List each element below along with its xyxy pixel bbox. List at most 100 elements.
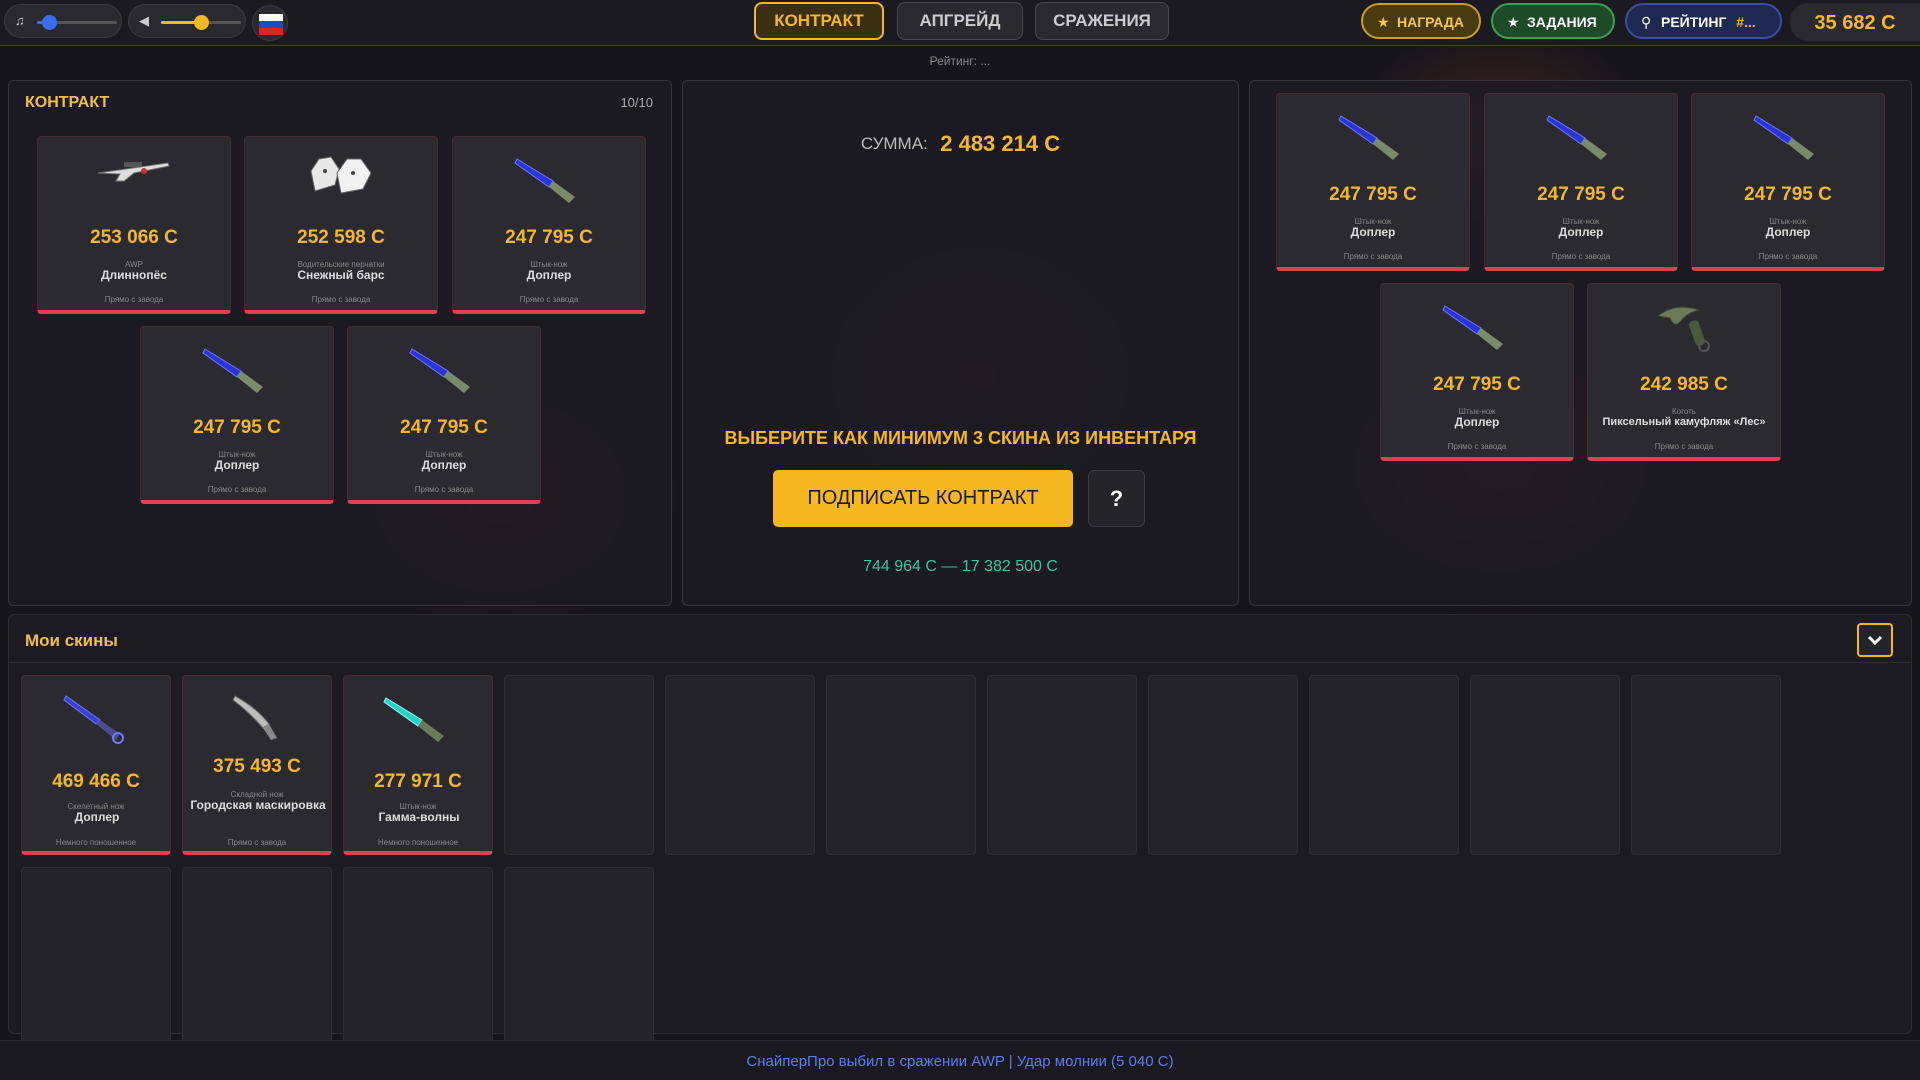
empty-inventory-slot bbox=[1631, 675, 1781, 855]
skin-name: Длиннопёс bbox=[101, 268, 167, 282]
sign-contract-button[interactable]: ПОДПИСАТЬ КОНТРАКТ bbox=[773, 470, 1073, 527]
sniper-rifle-icon bbox=[38, 151, 230, 211]
skin-wear: Немного поношенное bbox=[377, 838, 459, 847]
skin-price: 247 795 C bbox=[400, 417, 488, 438]
skin-wear: Прямо с завода bbox=[104, 295, 164, 304]
language-flag-ru-icon[interactable] bbox=[252, 5, 288, 41]
skin-price: 247 795 C bbox=[1433, 374, 1521, 395]
possible-outcomes-panel: 247 795 C Штык-нож Доплер Прямо с завода 247… bbox=[1249, 80, 1912, 606]
skin-price: 375 493 C bbox=[213, 756, 301, 777]
empty-inventory-slot bbox=[21, 867, 171, 1047]
bayonet-knife-icon bbox=[1485, 108, 1677, 168]
skin-wear: Прямо с завода bbox=[1447, 442, 1507, 451]
skin-price: 247 795 C bbox=[1744, 184, 1832, 205]
bayonet-knife-icon bbox=[1381, 298, 1573, 358]
skin-wear: Прямо с завода bbox=[207, 485, 267, 494]
contract-panel: КОНТРАКТ 10/10 253 066 C AWP Длиннопёс Прям… bbox=[8, 80, 672, 606]
skin-card[interactable]: 242 985 C Коготь Пиксельный камуфляж «Лес»… bbox=[1587, 283, 1781, 461]
skin-card[interactable]: 247 795 C Штык-нож Доплер Прямо с завода bbox=[347, 326, 541, 504]
skin-wear: Прямо с завода bbox=[1654, 442, 1714, 451]
chevron-down-icon bbox=[1867, 635, 1883, 646]
skin-name: Снежный барс bbox=[297, 268, 385, 282]
skin-name: Доплер bbox=[1350, 225, 1396, 239]
empty-inventory-slot bbox=[504, 867, 654, 1047]
skin-name: Доплер bbox=[1765, 225, 1811, 239]
gloves-icon bbox=[245, 151, 437, 211]
inventory-panel: Мои скины 469 466 C Скелетный нож Доплер Не… bbox=[8, 614, 1912, 1047]
rating-value: #... bbox=[1736, 14, 1756, 30]
skin-card[interactable]: 253 066 C AWP Длиннопёс Прямо с завода bbox=[37, 136, 231, 314]
skin-price: 247 795 C bbox=[505, 227, 593, 248]
contract-count: 10/10 bbox=[620, 95, 653, 110]
skin-card[interactable]: 252 598 C Водительские перчатки Снежный ба… bbox=[244, 136, 438, 314]
tab-upgrade[interactable]: АПГРЕЙД bbox=[897, 2, 1023, 40]
rating-label: РЕЙТИНГ bbox=[1661, 14, 1727, 30]
music-note-icon: ♫ bbox=[15, 13, 25, 28]
empty-inventory-slot bbox=[182, 867, 332, 1047]
skin-card[interactable]: 247 795 C Штык-нож Доплер Прямо с завода bbox=[1484, 93, 1678, 271]
skin-wear: Прямо с завода bbox=[311, 295, 371, 304]
bayonet-knife-icon bbox=[1277, 108, 1469, 168]
flip-knife-icon bbox=[183, 690, 331, 750]
inventory-skin-card[interactable]: 277 971 C Штык-нож Гамма-волны Немного поно… bbox=[343, 675, 493, 855]
skin-price: 469 466 C bbox=[52, 771, 140, 792]
tasks-label: ЗАДАНИЯ bbox=[1527, 14, 1597, 30]
live-feed-text: СнайперПро выбил в сражении AWP | Удар м… bbox=[746, 1053, 1174, 1070]
skin-name: Доплер bbox=[421, 458, 467, 472]
inventory-skin-card[interactable]: 375 493 C Складной нож Городская маскировк… bbox=[182, 675, 332, 855]
skin-name: Доплер bbox=[1454, 415, 1500, 429]
skin-card[interactable]: 247 795 C Штык-нож Доплер Прямо с завода bbox=[1691, 93, 1885, 271]
bayonet-knife-icon bbox=[344, 690, 492, 750]
skin-price: 247 795 C bbox=[193, 417, 281, 438]
rating-button[interactable]: ⚲ РЕЙТИНГ #... bbox=[1625, 3, 1782, 39]
inventory-skin-card[interactable]: 469 466 C Скелетный нож Доплер Немного поно… bbox=[21, 675, 171, 855]
empty-inventory-slot bbox=[1470, 675, 1620, 855]
skin-name: Гамма-волны bbox=[378, 810, 460, 824]
contract-range: 744 964 C — 17 382 500 C bbox=[863, 558, 1058, 575]
star-icon: ★ bbox=[1507, 14, 1520, 30]
bayonet-knife-icon bbox=[1692, 108, 1884, 168]
tab-battles[interactable]: СРАЖЕНИЯ bbox=[1035, 2, 1169, 40]
skin-wear: Прямо с завода bbox=[227, 838, 287, 847]
trophy-icon: ⚲ bbox=[1641, 14, 1652, 30]
collapse-button[interactable] bbox=[1857, 623, 1893, 657]
skin-wear: Прямо с завода bbox=[1758, 252, 1818, 261]
skin-name: Пиксельный камуфляж «Лес» bbox=[1602, 416, 1766, 428]
top-bar: ♫ ◀ КОНТРАКТ АПГРЕЙД СРАЖЕНИЯ ★ НАГРАДА … bbox=[0, 0, 1920, 46]
skin-card[interactable]: 247 795 C Штык-нож Доплер Прямо с завода bbox=[1276, 93, 1470, 271]
music-volume-control[interactable]: ♫ bbox=[4, 4, 122, 38]
bayonet-knife-icon bbox=[141, 341, 333, 401]
bayonet-knife-icon bbox=[348, 341, 540, 401]
reward-label: НАГРАДА bbox=[1397, 14, 1464, 30]
sum-label: СУММА: bbox=[860, 134, 928, 153]
skin-type: Коготь bbox=[1672, 407, 1696, 416]
skin-name: Доплер bbox=[214, 458, 260, 472]
sound-slider-knob[interactable] bbox=[194, 15, 209, 30]
skin-card[interactable]: 247 795 C Штык-нож Доплер Прямо с завода bbox=[1380, 283, 1574, 461]
help-button[interactable]: ? bbox=[1088, 470, 1145, 527]
sum-value: 2 483 214 C bbox=[940, 131, 1061, 156]
skeleton-knife-icon bbox=[22, 690, 170, 750]
skin-price: 247 795 C bbox=[1537, 184, 1625, 205]
empty-inventory-slot bbox=[1309, 675, 1459, 855]
contract-title: КОНТРАКТ bbox=[25, 94, 110, 111]
skin-wear: Прямо с завода bbox=[519, 295, 579, 304]
music-slider-knob[interactable] bbox=[42, 15, 57, 30]
tab-contract[interactable]: КОНТРАКТ bbox=[754, 2, 884, 40]
skin-name: Доплер bbox=[526, 268, 572, 282]
skin-card[interactable]: 247 795 C Штык-нож Доплер Прямо с завода bbox=[140, 326, 334, 504]
sound-volume-control[interactable]: ◀ bbox=[128, 4, 246, 38]
skin-name: Доплер bbox=[74, 810, 120, 824]
speaker-icon: ◀ bbox=[139, 13, 149, 28]
contract-hint: ВЫБЕРИТЕ КАК МИНИМУМ 3 СКИНА ИЗ ИНВЕНТАР… bbox=[724, 428, 1197, 448]
skin-card[interactable]: 247 795 C Штык-нож Доплер Прямо с завода bbox=[452, 136, 646, 314]
skin-price: 242 985 C bbox=[1640, 374, 1728, 395]
empty-inventory-slot bbox=[665, 675, 815, 855]
reward-button[interactable]: ★ НАГРАДА bbox=[1361, 3, 1481, 39]
skin-name: Доплер bbox=[1558, 225, 1604, 239]
skin-price: 253 066 C bbox=[90, 227, 178, 248]
empty-inventory-slot bbox=[504, 675, 654, 855]
tasks-button[interactable]: ★ ЗАДАНИЯ bbox=[1491, 3, 1615, 39]
skin-price: 247 795 C bbox=[1329, 184, 1417, 205]
inventory-header: Мои скины bbox=[9, 615, 1911, 663]
